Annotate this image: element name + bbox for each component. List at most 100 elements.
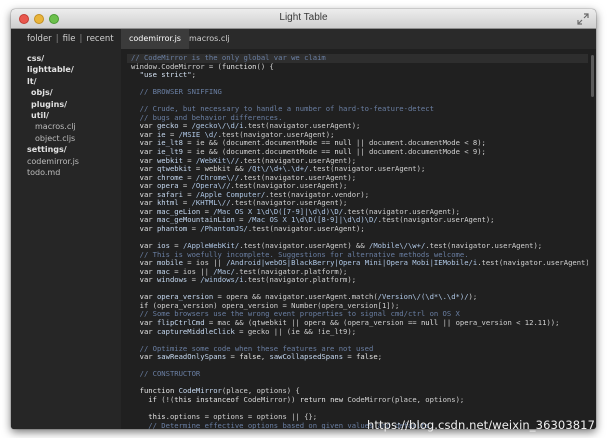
tree-file[interactable]: object.cljs xyxy=(11,133,121,144)
code-token: || document.documentMode < 9); xyxy=(351,148,486,157)
code-token: opera xyxy=(156,182,179,191)
code-editor[interactable]: // CodeMirror is the only global var we … xyxy=(127,54,588,429)
code-token: var xyxy=(131,139,157,148)
code-token: /AppleWebKit/ xyxy=(182,242,240,251)
code-token: flipCtrlCmd xyxy=(156,318,205,327)
code-token: .test(navigator.userAgent); xyxy=(230,182,348,191)
code-token: ie xyxy=(156,130,166,139)
code-token: return new xyxy=(299,395,348,404)
code-token: /Mac OS X 1\d\D([8-9]|\d\d)\D/ xyxy=(247,216,378,225)
watermark-text: https://blog.csdn.net/weixin_36303817 xyxy=(367,418,595,432)
code-line: var opera_version = opera && navigator.u… xyxy=(131,293,588,302)
code-token: var xyxy=(131,216,157,225)
tab-macros-clj[interactable]: macros.clj xyxy=(181,29,238,49)
code-token: khtml xyxy=(156,199,179,208)
code-token: (!( xyxy=(161,395,175,404)
code-line: // CodeMirror is the only global var we … xyxy=(127,54,588,63)
code-line: var webkit = /WebKit\//.test(navigator.u… xyxy=(131,157,588,166)
title-bar[interactable]: Light Table xyxy=(11,9,596,29)
code-token: = gecko || (ie && !ie_lt9); xyxy=(234,327,357,336)
code-token: = ios || xyxy=(182,259,227,268)
code-token: .test(navigator.userAgent); xyxy=(477,259,588,268)
sidebar-tab-recent[interactable]: recent xyxy=(86,34,113,44)
code-token: mac_geMountainLion xyxy=(156,216,235,225)
code-token: var xyxy=(131,242,157,251)
code-token: .test(navigator.userAgent); xyxy=(343,207,460,216)
code-token: var xyxy=(131,224,157,233)
code-token: this instanceof xyxy=(174,395,244,404)
code-token: /Mobile\/\w+/ xyxy=(369,242,426,251)
sidebar-tab-folder[interactable]: folder xyxy=(27,34,52,44)
code-token: = xyxy=(165,130,179,139)
code-line: var safari = /Apple Computer/.test(navig… xyxy=(131,191,588,200)
code-token: var xyxy=(131,199,157,208)
code-token: .test(navigator.vendor); xyxy=(265,190,370,199)
code-token: || opera_version < 12.11)); xyxy=(438,318,560,327)
code-token: var xyxy=(131,182,157,191)
code-token: ie_lt8 xyxy=(156,139,183,148)
code-token: function xyxy=(221,62,257,71)
code-token: /MSIE \d/ xyxy=(178,130,218,139)
tree-folder[interactable]: settings/ xyxy=(11,144,121,155)
code-token: = xyxy=(226,353,240,362)
tree-folder[interactable]: lighttable/ xyxy=(11,64,121,75)
code-line: // Some browsers use the wrong event pro… xyxy=(131,310,588,319)
code-line: var chrome = /Chrome\//.test(navigator.u… xyxy=(131,174,588,183)
editor-scrollbar[interactable] xyxy=(591,55,594,97)
tree-folder[interactable]: objs/ xyxy=(11,87,121,98)
code-line: var mobile = ios || /Android|webOS|Black… xyxy=(131,259,588,268)
tree-folder[interactable]: plugins/ xyxy=(11,99,121,110)
code-token: /PhantomJS/ xyxy=(200,224,248,233)
code-token: = xyxy=(169,242,183,251)
code-token: = xyxy=(178,122,192,131)
tree-file[interactable]: codemirror.js xyxy=(11,156,121,167)
code-token: .test(navigator.userAgent); xyxy=(239,173,357,182)
code-token: mobile xyxy=(156,259,183,268)
tree-file[interactable]: todo.md xyxy=(11,167,121,178)
code-token: var xyxy=(131,327,157,336)
code-token: = ie && (document.documentMode == xyxy=(182,148,335,157)
code-token: mac xyxy=(156,267,170,276)
code-token: chrome xyxy=(156,173,183,182)
tree-file[interactable]: macros.clj xyxy=(11,121,121,132)
code-token: // Some browsers use the wrong event pro… xyxy=(131,310,460,319)
code-token: if xyxy=(131,395,162,404)
tab-separator: | xyxy=(79,34,83,44)
code-line: "use strict"; xyxy=(131,71,588,80)
tree-folder[interactable]: css/ xyxy=(11,53,121,64)
code-token: qtwebkit xyxy=(156,165,192,174)
code-token: , xyxy=(260,353,270,362)
code-token: // CodeMirror is the only global var we … xyxy=(131,54,326,62)
code-token: /Mac OS X 1\d\D([7-9]|\d\d)\D/ xyxy=(213,207,344,216)
code-line: var ie = /MSIE \d/.test(navigator.userAg… xyxy=(131,131,588,140)
fullscreen-icon[interactable] xyxy=(577,13,589,25)
code-token: .test(navigator.userAgent); xyxy=(217,130,335,139)
code-line: var ie_lt9 = ie && (document.documentMod… xyxy=(131,148,588,157)
tree-folder[interactable]: util/ xyxy=(11,110,121,121)
code-line: var phantom = /PhantomJS/.test(navigator… xyxy=(131,225,588,234)
code-token: gecko xyxy=(156,122,179,131)
code-token: if xyxy=(131,301,153,310)
code-token: var xyxy=(131,165,157,174)
code-line: // Optimize some code when these feature… xyxy=(131,345,588,354)
code-line: var ie_lt8 = ie && (document.documentMod… xyxy=(131,139,588,148)
code-token: .test(navigator.userAgent); xyxy=(425,242,543,251)
app-window: Light Table folder | file | recent css/light… xyxy=(11,9,596,429)
code-token: = xyxy=(234,216,248,225)
code-line: // bugs and behavior differences. xyxy=(131,114,588,123)
code-token: = ios || xyxy=(169,267,214,276)
code-token: false xyxy=(239,353,261,362)
code-line: var mac = ios || /Mac/.test(navigator.pl… xyxy=(131,268,588,277)
tab-codemirror-js[interactable]: codemirror.js xyxy=(121,29,189,49)
code-token: ios xyxy=(156,242,170,251)
sidebar-tab-file[interactable]: file xyxy=(63,34,76,44)
code-token: var xyxy=(131,190,157,199)
tree-folder[interactable]: lt/ xyxy=(11,76,121,87)
code-token: null xyxy=(420,318,439,327)
code-token: /Qt\/\d+\.\d+/ xyxy=(247,165,309,174)
code-line: function CodeMirror(place, options) { xyxy=(131,387,588,396)
